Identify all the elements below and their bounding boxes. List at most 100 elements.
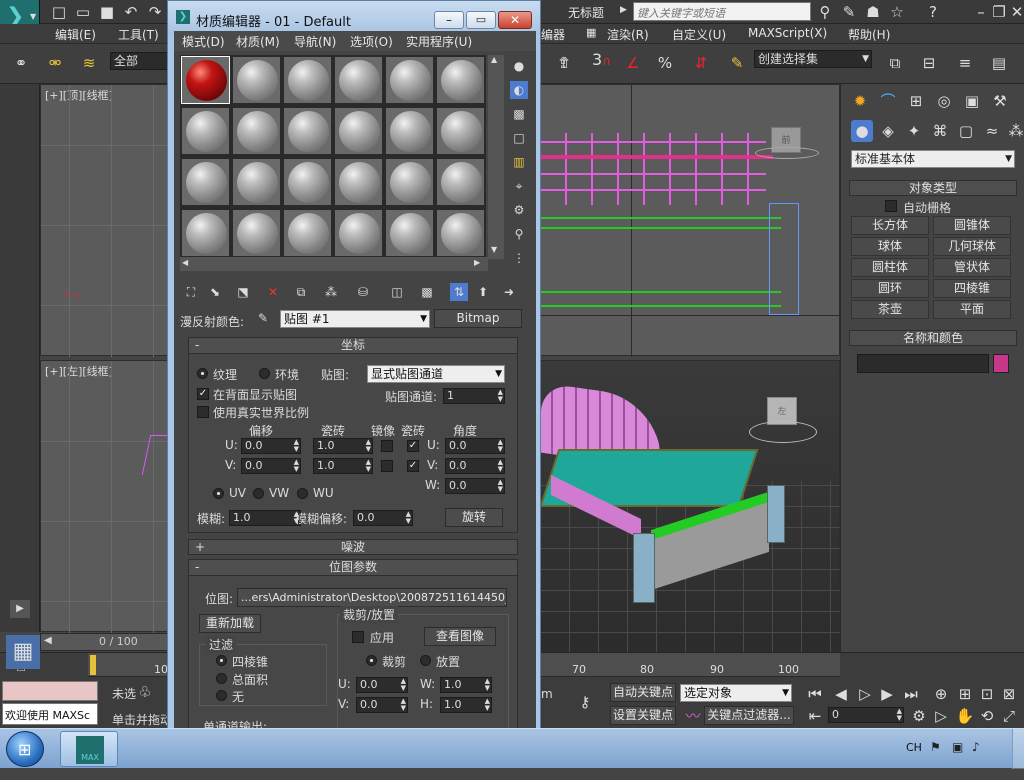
make-unique-icon[interactable]: ⁂ <box>322 283 340 301</box>
map-name-field[interactable]: 贴图 #1 ▼ <box>280 310 430 328</box>
u-tiling-spinner[interactable]: 1.0 ▲ ▼ <box>313 438 373 454</box>
tray-flag-icon[interactable]: ⚑ <box>930 740 941 754</box>
timeline-track[interactable]: ◀ 0 / 100 <box>40 633 168 651</box>
start-button[interactable]: ⊞ <box>6 731 44 767</box>
bitmap-path-button[interactable]: ...ers\Administrator\Desktop\20087251161… <box>237 588 507 607</box>
align-icon[interactable]: ⊟ <box>918 52 940 74</box>
scroll-right-icon[interactable]: ▶ <box>474 258 480 267</box>
wrench-icon[interactable]: ✎ <box>838 1 860 23</box>
menu-options[interactable]: 选项(O) <box>350 33 393 50</box>
unlink-icon[interactable]: ⚮ <box>44 52 66 74</box>
menu-modes[interactable]: 模式(D) <box>182 33 225 50</box>
menu-maxscript[interactable]: MAXScript(X) <box>748 26 827 40</box>
bitmap-params-header[interactable]: - 位图参数 <box>189 560 517 576</box>
material-sample-slot[interactable] <box>181 209 230 257</box>
material-sample-slot[interactable] <box>436 56 485 104</box>
tray-volume-icon[interactable]: ♪ <box>972 740 980 754</box>
percent-snap-icon[interactable]: % <box>654 52 676 74</box>
next-frame-icon[interactable]: ▶ <box>876 683 898 705</box>
material-sample-slot[interactable] <box>232 107 281 155</box>
menu-graph-editors[interactable]: 编器 <box>541 26 565 43</box>
material-sample-slot[interactable] <box>385 56 434 104</box>
lights-icon[interactable]: ✦ <box>903 120 925 142</box>
cameras-icon[interactable]: ⌘ <box>929 120 951 142</box>
box-button[interactable]: 长方体 <box>851 216 929 235</box>
plane-button[interactable]: 平面 <box>933 300 1011 319</box>
maxscript-listener-white[interactable]: 欢迎使用 MAXSc <box>2 703 98 725</box>
systems-icon[interactable]: ⁂ <box>1005 120 1024 142</box>
vw-radio[interactable] <box>253 488 264 499</box>
undo-icon[interactable]: ↶ <box>120 1 142 23</box>
teapot-button[interactable]: 茶壶 <box>851 300 929 319</box>
search-input[interactable]: 键入关键字或短语 <box>633 2 811 21</box>
shapes-icon[interactable]: ◈ <box>877 120 899 142</box>
filter-none-radio[interactable] <box>216 690 227 701</box>
sample-type-icon[interactable]: ● <box>510 57 528 75</box>
ribbon-icon[interactable]: ▤ <box>988 52 1010 74</box>
show-map-on-back-checkbox[interactable]: ✓ <box>197 388 209 400</box>
get-material-icon[interactable]: ⛶ <box>182 283 200 301</box>
material-sample-slot[interactable] <box>385 209 434 257</box>
crop-radio[interactable] <box>366 655 377 666</box>
reset-map-icon[interactable]: ✕ <box>264 283 282 301</box>
show-map-icon[interactable]: ▩ <box>418 283 436 301</box>
wu-radio[interactable] <box>297 488 308 499</box>
bind-spacewarp-icon[interactable]: ≋ <box>78 52 100 74</box>
material-sample-slot[interactable] <box>181 107 230 155</box>
coordinates-rollout-header[interactable]: - 坐标 <box>189 338 517 354</box>
spinner-snap-icon[interactable]: ⇵ <box>690 52 712 74</box>
open-file-icon[interactable]: ▭ <box>72 1 94 23</box>
prev-frame-icon[interactable]: ◀ <box>830 683 852 705</box>
crop-u-spinner[interactable]: 0.0 ▲ ▼ <box>356 677 408 693</box>
blur-offset-spinner[interactable]: 0.0 ▲ ▼ <box>353 510 413 526</box>
material-sample-slot[interactable] <box>436 158 485 206</box>
material-sample-slot[interactable] <box>283 209 332 257</box>
material-sample-slot[interactable] <box>385 107 434 155</box>
tube-button[interactable]: 管状体 <box>933 258 1011 277</box>
menu-help[interactable]: 帮助(H) <box>848 26 890 43</box>
put-to-scene-icon[interactable]: ⬊ <box>206 283 224 301</box>
uv-radio[interactable] <box>213 488 224 499</box>
key-mode-icon[interactable]: ⇤ <box>804 705 826 727</box>
assign-to-selection-icon[interactable]: ⬔ <box>234 283 252 301</box>
menu-rendering[interactable]: 渲染(R) <box>607 26 649 43</box>
go-forward-sibling-icon[interactable]: ➜ <box>500 283 518 301</box>
play-icon[interactable]: ▷ <box>854 683 876 705</box>
w-angle-spinner[interactable]: 0.0 ▲ ▼ <box>445 478 505 494</box>
menu-grid-icon[interactable]: ▦ <box>586 26 596 39</box>
material-sample-slot[interactable] <box>283 56 332 104</box>
real-world-scale-checkbox[interactable] <box>197 406 209 418</box>
lightbulb-icon[interactable]: ♧ <box>134 681 156 703</box>
binoculars-icon[interactable]: ⚲ <box>814 1 836 23</box>
crop-h-spinner[interactable]: 1.0 ▲ ▼ <box>440 697 492 713</box>
go-to-parent-icon[interactable]: ⬆ <box>474 283 492 301</box>
map-type-button[interactable]: Bitmap <box>434 309 522 328</box>
material-sample-slot[interactable] <box>283 107 332 155</box>
zoom-extents-all-icon[interactable]: ⊠ <box>998 683 1020 705</box>
material-sample-slot[interactable] <box>181 56 230 104</box>
tray-network-icon[interactable]: ▣ <box>952 740 963 754</box>
dropdown-arrow-icon[interactable]: ▶ <box>620 5 627 15</box>
object-name-input[interactable] <box>857 354 989 373</box>
environ-radio[interactable] <box>259 368 270 379</box>
hierarchy-tab-icon[interactable]: ⊞ <box>905 90 927 112</box>
material-navigator-icon[interactable]: ⋮ <box>510 249 528 267</box>
mapping-dropdown[interactable]: 显式贴图通道 ▼ <box>367 365 505 383</box>
viewport-front[interactable]: 前 <box>540 84 841 357</box>
quad-view-icon[interactable]: ▦ <box>6 635 40 669</box>
close-icon[interactable]: ✕ <box>1006 1 1024 23</box>
edit-named-selection-icon[interactable]: ✎ <box>726 52 748 74</box>
modify-tab-icon[interactable]: ⌒ <box>877 90 899 112</box>
motion-tab-icon[interactable]: ◎ <box>933 90 955 112</box>
zoom-extents-icon[interactable]: ⊡ <box>976 683 998 705</box>
material-sample-slot[interactable] <box>232 209 281 257</box>
spacewarps-icon[interactable]: ≈ <box>981 120 1003 142</box>
options-icon[interactable]: ⚙ <box>510 201 528 219</box>
language-indicator[interactable]: CH <box>906 741 922 754</box>
viewport-top-label[interactable]: [+][顶][线框] <box>45 87 113 103</box>
orbit-icon[interactable]: ⟲ <box>976 705 998 727</box>
field-of-view-icon[interactable]: ▷ <box>930 705 952 727</box>
helpers-icon[interactable]: ▢ <box>955 120 977 142</box>
display-tab-icon[interactable]: ▣ <box>961 90 983 112</box>
u-angle-spinner[interactable]: 0.0 ▲ ▼ <box>445 438 505 454</box>
